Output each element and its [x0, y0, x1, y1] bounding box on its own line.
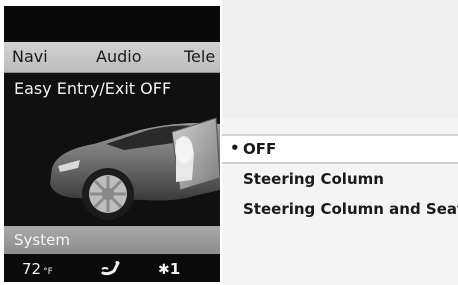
option-steering-column-and-seat[interactable]: Steering Column and Seat [222, 196, 458, 222]
climate-status-bar: 72 °F ✱1 [4, 255, 220, 282]
menu-item-audio[interactable]: Audio [96, 47, 141, 66]
seat-heating-icon[interactable] [100, 261, 122, 281]
option-label: OFF [243, 140, 277, 158]
panel-top-area [222, 0, 458, 118]
screen-top-band [4, 6, 220, 40]
fan-indicator[interactable]: ✱1 [158, 260, 180, 278]
fan-level: 1 [169, 260, 181, 278]
option-off[interactable]: • OFF [222, 134, 458, 164]
screen-title: Easy Entry/Exit OFF [14, 79, 172, 98]
temperature-unit: °F [43, 267, 53, 277]
main-menu-bar: Navi Audio Tele [4, 42, 220, 73]
options-panel: • OFF Steering Column Steering Column an… [222, 0, 458, 285]
option-label: Steering Column and Seat [243, 200, 458, 218]
option-label: Steering Column [243, 170, 384, 188]
head-unit-screen: Navi Audio Tele Easy Entry/Exit OFF Syst… [4, 6, 220, 282]
menu-item-navi[interactable]: Navi [12, 47, 48, 66]
temperature-value: 72 [22, 260, 42, 278]
system-label: System [14, 231, 70, 249]
menu-item-tele[interactable]: Tele [184, 47, 215, 66]
fan-icon: ✱ [158, 262, 170, 278]
option-steering-column[interactable]: Steering Column [222, 166, 458, 192]
temperature-readout[interactable]: 72 °F [22, 260, 53, 278]
selected-bullet: • [230, 139, 240, 157]
car-illustration [50, 117, 220, 220]
system-bar[interactable]: System [4, 226, 220, 254]
